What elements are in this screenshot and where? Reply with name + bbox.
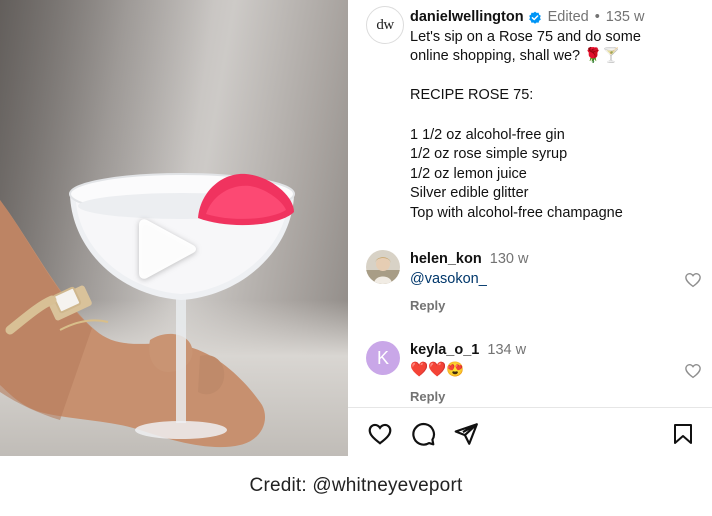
comment-item: K keyla_o_1 134 w ❤️❤️😍 Reply	[366, 341, 706, 407]
actions-divider	[348, 407, 712, 408]
author-avatar-logo: dw	[376, 16, 394, 33]
caption-line: online shopping, shall we? 🌹🍸	[410, 48, 621, 65]
comment-age[interactable]: 134 w	[487, 342, 526, 358]
recipe-title: RECIPE ROSE 75:	[410, 87, 534, 104]
post-caption: danielwellington Edited • 135 w Let's si…	[410, 8, 706, 224]
commenter-photo	[366, 250, 400, 284]
comment-like-heart-icon[interactable]	[684, 271, 702, 289]
post-side-panel: dw danielwellington Edited • 135 w Let's…	[348, 0, 712, 456]
send-icon	[454, 423, 478, 445]
reply-button[interactable]: Reply	[410, 298, 445, 313]
author-username[interactable]: danielwellington	[410, 8, 524, 28]
recipe-line: 1/2 oz lemon juice	[410, 165, 527, 182]
heart-icon	[368, 423, 392, 445]
caption-line: Let's sip on a Rose 75 and do some	[410, 28, 641, 45]
recipe-line: 1/2 oz rose simple syrup	[410, 146, 568, 163]
play-icon	[139, 219, 196, 279]
play-button[interactable]	[127, 209, 207, 289]
comment-like-heart-icon[interactable]	[684, 362, 702, 380]
bookmark-icon	[674, 424, 692, 444]
comment-text: ❤️❤️😍	[410, 361, 465, 378]
caption-header: danielwellington Edited • 135 w	[410, 8, 706, 28]
reply-button[interactable]: Reply	[410, 389, 445, 404]
comment-body: keyla_o_1 134 w ❤️❤️😍	[410, 341, 526, 380]
share-button[interactable]	[452, 420, 480, 448]
meta-separator: •	[594, 9, 600, 25]
recipe-line: 1 1/2 oz alcohol-free gin	[410, 126, 565, 143]
post-media[interactable]	[0, 0, 348, 456]
commenter-avatar[interactable]	[366, 250, 400, 284]
comment-body: helen_kon 130 w @vasokon_	[410, 250, 528, 289]
comment-username[interactable]: keyla_o_1	[410, 342, 479, 358]
author-avatar[interactable]: dw	[366, 6, 404, 44]
credit-footer: Credit: @whitneyeveport	[0, 456, 712, 516]
recipe-line: Silver edible glitter	[410, 185, 529, 202]
comment-text[interactable]: @vasokon_	[410, 270, 528, 290]
post-age[interactable]: 135 w	[606, 8, 645, 28]
comment-username[interactable]: helen_kon	[410, 251, 482, 267]
edited-label: Edited	[547, 9, 589, 25]
photo-credit: Credit: @whitneyeveport	[249, 475, 463, 496]
action-bar	[348, 420, 712, 452]
comment-icon	[412, 423, 436, 446]
comment-age[interactable]: 130 w	[490, 251, 529, 267]
comment-button[interactable]	[409, 420, 437, 448]
like-button[interactable]	[366, 420, 394, 448]
comment-item: helen_kon 130 w @vasokon_ Reply	[366, 250, 706, 320]
commenter-avatar-letter: K	[376, 347, 389, 368]
recipe-line: Top with alcohol-free champagne	[410, 204, 623, 221]
commenter-avatar[interactable]: K	[366, 341, 400, 375]
save-button[interactable]	[669, 420, 697, 448]
verified-badge-icon	[528, 11, 541, 24]
